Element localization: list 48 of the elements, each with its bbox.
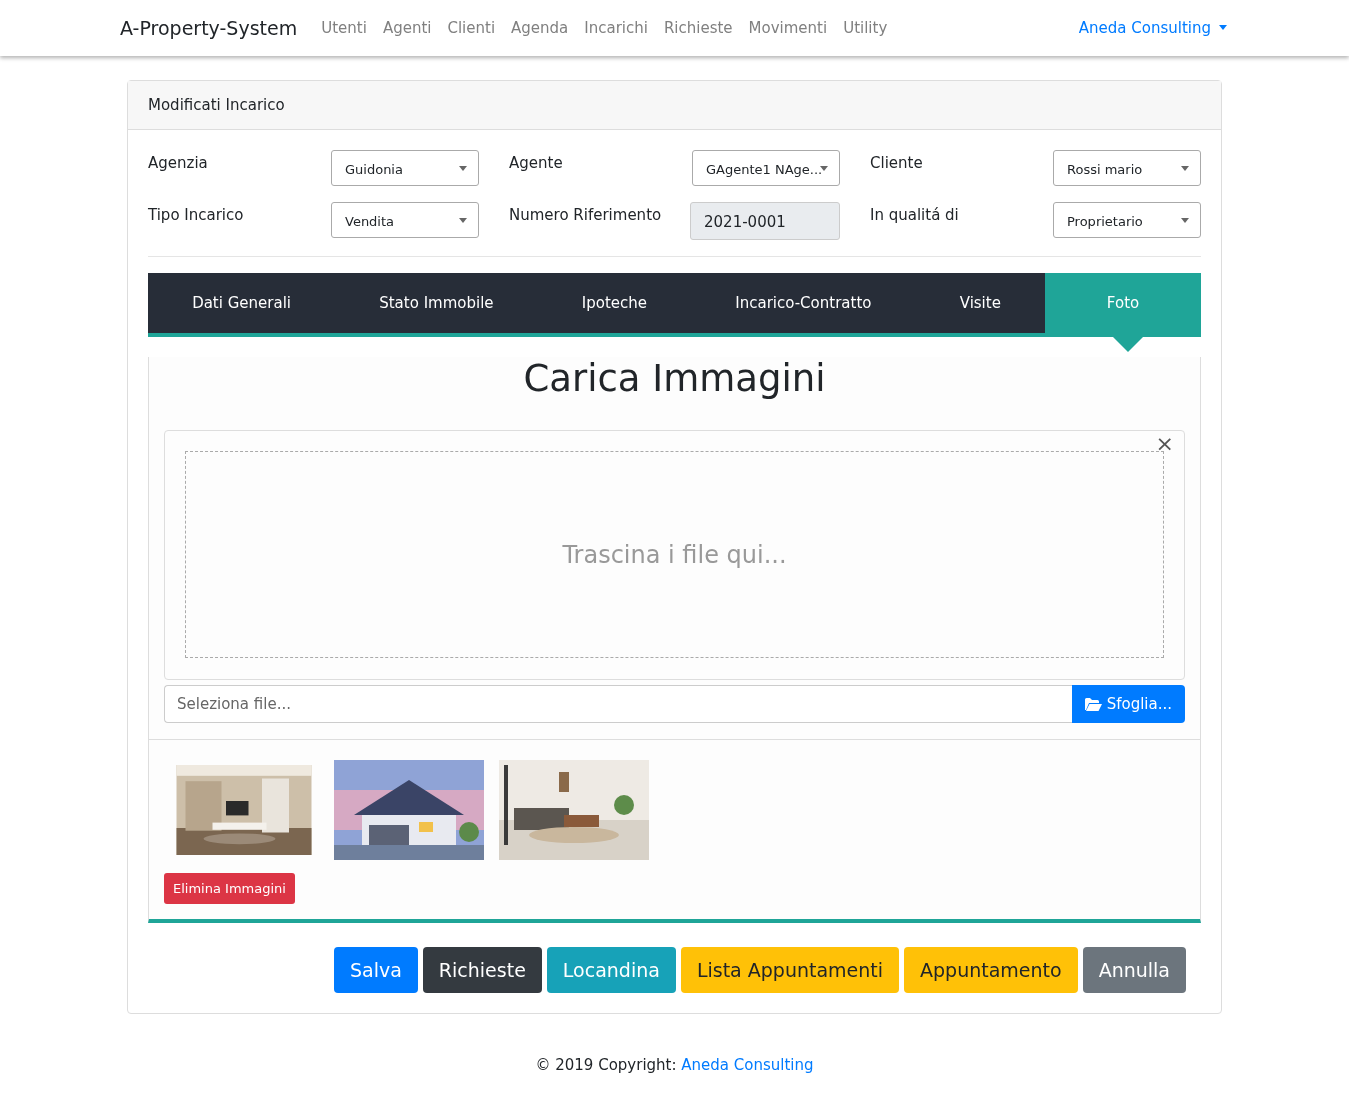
field-label: In qualitá di (870, 205, 959, 224)
account-dropdown[interactable]: Aneda Consulting (1078, 19, 1227, 37)
caret-icon (820, 166, 828, 171)
select-field[interactable]: Vendita (331, 202, 479, 238)
tab[interactable]: Stato Immobile (335, 273, 538, 333)
delete-images-button[interactable]: Elimina Immagini (164, 873, 295, 904)
drop-text: Trascina i file qui... (562, 540, 787, 569)
tab[interactable]: Visite (915, 273, 1046, 333)
nav-link[interactable]: Agenda (503, 19, 577, 37)
action-button[interactable]: Appuntamento (904, 947, 1078, 993)
drop-zone[interactable]: × Trascina i file qui... (164, 430, 1185, 680)
nav-link[interactable]: Movimenti (740, 19, 836, 37)
action-button[interactable]: Salva (334, 947, 418, 993)
field-label: Tipo Incarico (148, 205, 244, 224)
file-input[interactable]: Seleziona file... (164, 685, 1072, 723)
tab[interactable]: Dati Generali (148, 273, 336, 333)
action-button[interactable]: Lista Appuntamenti (680, 947, 900, 993)
nav-link[interactable]: Clienti (439, 19, 504, 37)
action-button[interactable]: Annulla (1082, 947, 1186, 993)
field-label: Cliente (870, 153, 923, 172)
close-icon[interactable]: × (1155, 431, 1174, 456)
nav-link[interactable]: Utenti (313, 19, 375, 37)
caret-icon (1181, 218, 1189, 223)
tab[interactable]: Incarico-Contratto (691, 273, 916, 333)
readonly-field: 2021-0001 (690, 202, 840, 240)
tab[interactable]: Ipoteche (537, 273, 692, 333)
folder-icon (1084, 697, 1102, 711)
nav-link[interactable]: Utility (835, 19, 896, 37)
select-field[interactable]: Rossi mario (1053, 150, 1201, 186)
field-label: Numero Riferimento (509, 205, 662, 224)
caret-icon (459, 166, 467, 171)
nav-link[interactable]: Richieste (655, 19, 741, 37)
action-button[interactable]: Richieste (422, 947, 542, 993)
field-label: Agenzia (148, 153, 208, 172)
select-field[interactable]: Proprietario (1053, 202, 1201, 238)
nav-link[interactable]: Incarichi (576, 19, 656, 37)
select-field[interactable]: GAgente1 NAge... (692, 150, 840, 186)
footer-link[interactable]: Aneda Consulting (681, 1056, 814, 1074)
browse-button[interactable]: Sfoglia... (1071, 685, 1185, 723)
brand-link[interactable]: A-Property-System (120, 17, 298, 39)
caret-icon (459, 218, 467, 223)
field-label: Agente (509, 153, 563, 172)
nav-link[interactable]: Agenti (374, 19, 440, 37)
caret-icon (1181, 166, 1189, 171)
select-field[interactable]: Guidonia (331, 150, 479, 186)
card-title: Modificati Incarico (148, 96, 285, 114)
copyright-text: © 2019 Copyright: (535, 1056, 677, 1074)
upload-title: Carica Immagini (522, 357, 827, 400)
